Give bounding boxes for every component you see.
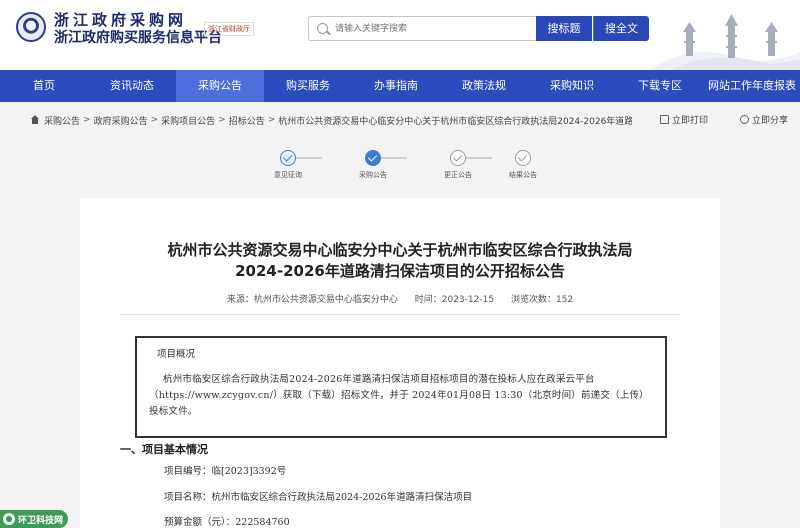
emblem-icon[interactable] (16, 12, 46, 42)
site-header: 浙江政府采购网 浙江政府购买服务信息平台 浙江省财政厅 搜标题 搜全文 (0, 0, 800, 70)
article-title: 杭州市公共资源交易中心临安分中心关于杭州市临安区综合行政执法局 2024-202… (167, 241, 633, 280)
main-nav: 首页 资讯动态 采购公告 购买服务 办事指南 政策法规 采购知识 下载专区 网站… (0, 70, 800, 102)
nav-purchase-service[interactable]: 购买服务 (264, 70, 352, 102)
project-overview-box: 项目概况 杭州市临安区综合行政执法局2024-2026年道路清扫保洁项目招标项目… (135, 336, 667, 438)
breadcrumb-item[interactable]: 政府采购公告 (94, 114, 148, 127)
share-link[interactable]: 立即分享 (740, 113, 788, 126)
nav-home[interactable]: 首页 (0, 70, 88, 102)
search-input[interactable] (335, 20, 525, 37)
step-result[interactable]: 结果公告 (498, 150, 548, 180)
nav-procurement-notice[interactable]: 采购公告 (176, 70, 264, 102)
department-tag: 浙江省财政厅 (204, 22, 254, 36)
overview-text: 杭州市临安区综合行政执法局2024-2026年道路清扫保洁项目招标项目的潜在投标… (149, 374, 649, 417)
printer-icon (660, 115, 669, 124)
check-icon (450, 150, 466, 166)
search-fulltext-button[interactable]: 搜全文 (593, 16, 649, 41)
project-number: 项目编号：临[2023]3392号 (164, 466, 287, 477)
check-icon (280, 150, 296, 166)
section-heading: 一、项目基本情况 (120, 443, 208, 456)
search-title-button[interactable]: 搜标题 (536, 16, 592, 41)
breadcrumb-item[interactable]: 招标公告 (229, 114, 265, 127)
project-name: 项目名称：杭州市临安区综合行政执法局2024-2026年道路清扫保洁项目 (164, 492, 473, 503)
article-date: 时间：2023-12-15 (414, 295, 495, 305)
check-icon (365, 150, 381, 166)
article-meta: 来源：杭州市公共资源交易中心临安分中心 时间：2023-12-15 浏览次数：1… (80, 292, 720, 305)
search-box[interactable] (308, 16, 536, 41)
article-card: 杭州市公共资源交易中心临安分中心关于杭州市临安区综合行政执法局 2024-202… (80, 198, 720, 528)
breadcrumb: 采购公告 > 政府采购公告 > 采购项目公告 > 招标公告 > 杭州市公共资源交易中心临… (30, 110, 800, 130)
article-views: 浏览次数：152 (510, 295, 574, 305)
home-icon[interactable] (30, 115, 40, 125)
share-icon (740, 115, 749, 124)
check-icon (515, 150, 531, 166)
nav-knowledge[interactable]: 采购知识 (528, 70, 616, 102)
overview-title: 项目概况 (157, 349, 196, 360)
pagoda-decoration-icon (650, 14, 800, 70)
breadcrumb-current: 杭州市公共资源交易中心临安分中心关于杭州市临安区综合行政执法局2024-2026… (278, 116, 633, 127)
nav-download[interactable]: 下载专区 (616, 70, 704, 102)
step-consultation[interactable]: 意见征询 (263, 150, 313, 180)
nav-news[interactable]: 资讯动态 (88, 70, 176, 102)
breadcrumb-item[interactable]: 采购公告 (44, 114, 80, 127)
nav-policy[interactable]: 政策法规 (440, 70, 528, 102)
nav-guide[interactable]: 办事指南 (352, 70, 440, 102)
watermark: 环卫科技网 (0, 510, 69, 528)
article-source: 来源：杭州市公共资源交易中心临安分中心 (226, 295, 398, 305)
step-procurement[interactable]: 采购公告 (348, 150, 398, 180)
notice-progress-steps: 意见征询 采购公告 更正公告 结果公告 (250, 150, 550, 186)
step-correction[interactable]: 更正公告 (433, 150, 483, 180)
search-icon (317, 23, 328, 34)
site-subtitle: 浙江政府购买服务信息平台 (54, 30, 222, 46)
watermark-logo-icon (3, 513, 15, 525)
budget-amount: 预算金额（元）：222584760 (164, 517, 290, 528)
print-link[interactable]: 立即打印 (660, 113, 708, 126)
nav-annual-report[interactable]: 网站工作年度报表 (704, 70, 800, 102)
divider (120, 314, 680, 315)
breadcrumb-item[interactable]: 采购项目公告 (161, 114, 215, 127)
